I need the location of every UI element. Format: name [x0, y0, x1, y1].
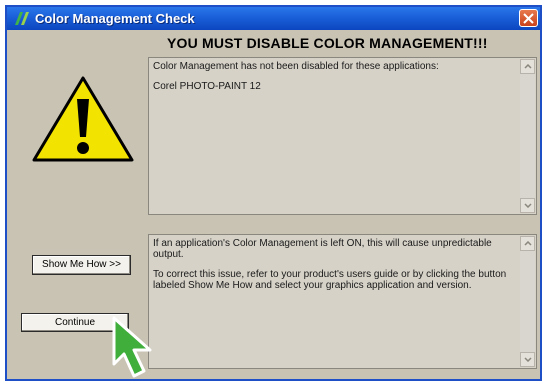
scroll-down-button[interactable] — [520, 198, 535, 213]
color-management-dialog: Color Management Check YOU MUST DISABLE … — [5, 5, 542, 381]
warning-icon — [32, 76, 134, 162]
info-panel[interactable]: If an application's Color Management is … — [148, 234, 537, 369]
chevron-up-icon — [524, 241, 532, 246]
chevron-down-icon — [524, 357, 532, 362]
app-logo-icon — [13, 11, 33, 26]
close-icon — [523, 13, 534, 24]
window-title: Color Management Check — [35, 11, 195, 26]
info-scrollbar[interactable] — [520, 236, 535, 367]
scroll-up-button[interactable] — [520, 236, 535, 251]
warning-heading: YOU MUST DISABLE COLOR MANAGEMENT!!! — [167, 35, 488, 51]
scroll-up-button[interactable] — [520, 59, 535, 74]
applications-intro: Color Management has not been disabled f… — [153, 61, 439, 72]
scroll-down-button[interactable] — [520, 352, 535, 367]
close-button[interactable] — [519, 9, 538, 27]
info-paragraph-1: If an application's Color Management is … — [153, 238, 492, 260]
chevron-up-icon — [524, 64, 532, 69]
applications-text: Color Management has not been disabled f… — [153, 61, 518, 101]
applications-panel[interactable]: Color Management has not been disabled f… — [148, 57, 537, 215]
title-bar[interactable]: Color Management Check — [7, 7, 540, 30]
chevron-down-icon — [524, 203, 532, 208]
show-me-how-button[interactable]: Show Me How >> — [32, 255, 131, 275]
pointer-cursor-icon — [112, 316, 152, 378]
application-item: Corel PHOTO-PAINT 12 — [153, 81, 261, 92]
info-paragraph-2: To correct this issue, refer to your pro… — [153, 269, 507, 291]
info-text: If an application's Color Management is … — [153, 238, 518, 300]
applications-scrollbar[interactable] — [520, 59, 535, 213]
